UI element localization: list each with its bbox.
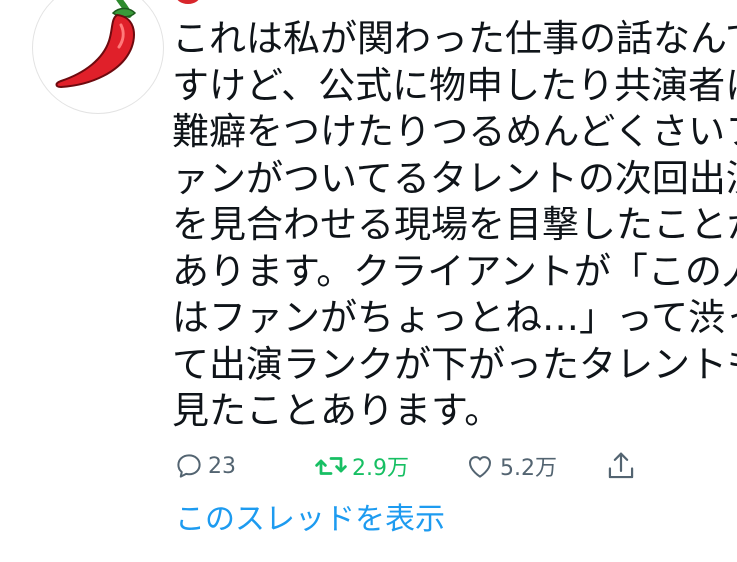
tweet-text-line: これは私が関わった仕事の話なんで xyxy=(172,17,737,60)
tweet-header-partial xyxy=(175,0,715,6)
avatar[interactable] xyxy=(32,0,164,114)
tweet-text-line: て出演ランクが下がったタレントも xyxy=(172,342,737,386)
chili-pepper-icon xyxy=(55,0,137,89)
show-thread-link[interactable]: このスレッドを表示 xyxy=(175,500,445,540)
red-emoji-icon xyxy=(175,0,201,4)
reply-icon xyxy=(177,454,201,478)
reply-button[interactable]: 23 xyxy=(174,448,236,484)
share-button[interactable] xyxy=(606,448,636,484)
tweet-text-line: あります。クライアントが「この人 xyxy=(172,249,737,293)
tweet-text-line: 難癖をつけたりつるめんどくさいフ xyxy=(172,110,737,153)
retweet-button[interactable]: 2.9万 xyxy=(314,448,409,484)
retweet-icon xyxy=(315,457,347,475)
tweet-text-line: 見たことあります。 xyxy=(172,389,502,432)
reply-count: 23 xyxy=(208,453,236,479)
tweet-text-line: を見合わせる現場を目撃したことが xyxy=(172,203,737,246)
tweet-text-line: すけど、公式に物申したり共演者に xyxy=(172,63,737,107)
tweet-text: これは私が関わった仕事の話なんで すけど、公式に物申したり共演者に 難癖をつけた… xyxy=(172,16,737,435)
heart-icon xyxy=(469,456,491,478)
tweet-text-line: はファンがちょっとね…」って渋っ xyxy=(172,296,737,339)
share-icon xyxy=(608,452,634,479)
like-button[interactable]: 5.2万 xyxy=(464,448,557,484)
retweet-count: 2.9万 xyxy=(352,456,409,481)
tweet: これは私が関わった仕事の話なんで すけど、公式に物申したり共演者に 難癖をつけた… xyxy=(0,0,737,562)
tweet-actions: 23 2.9万 5.2万 xyxy=(172,448,692,484)
tweet-text-line: ァンがついてるタレントの次回出演 xyxy=(172,156,737,200)
like-count: 5.2万 xyxy=(500,456,557,481)
